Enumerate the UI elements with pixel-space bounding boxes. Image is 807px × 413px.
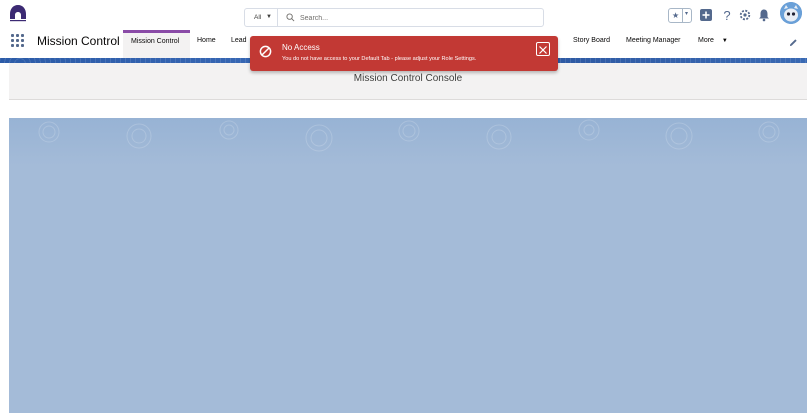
tab-more[interactable]: More ▼ (698, 30, 728, 58)
toast-title: No Access (282, 43, 320, 52)
app-name: Mission Control (37, 34, 120, 48)
tab-mission-control[interactable]: Mission Control (123, 30, 190, 58)
tab-home[interactable]: Home (197, 30, 216, 58)
app-launcher-icon[interactable] (11, 34, 24, 47)
tab-meeting-manager[interactable]: Meeting Manager (626, 30, 680, 58)
tab-more-label: More (698, 37, 714, 44)
star-icon: ★ (672, 11, 680, 20)
global-search: All ▼ (244, 8, 544, 27)
avatar[interactable] (780, 2, 802, 24)
search-scope-label: All (254, 14, 262, 21)
toast-close-button[interactable] (536, 42, 550, 56)
favorites-button[interactable]: ★ ▾ (668, 8, 692, 23)
gear-icon[interactable] (738, 8, 752, 22)
bell-icon[interactable] (757, 8, 771, 22)
toast-message: You do not have access to your Default T… (282, 56, 477, 62)
logo[interactable] (9, 4, 27, 22)
no-access-toast: No Access You do not have access to your… (250, 36, 558, 71)
tab-lead[interactable]: Lead (231, 30, 247, 58)
svg-text:?: ? (723, 8, 730, 22)
chevron-down-icon: ▼ (721, 38, 728, 44)
search-input[interactable] (298, 10, 532, 26)
chevron-down-icon: ▾ (685, 11, 689, 17)
search-scope-select[interactable]: All ▼ (245, 9, 278, 26)
background-pattern (9, 118, 807, 166)
edit-icon[interactable] (789, 38, 798, 47)
no-access-icon (259, 45, 272, 58)
chevron-down-icon: ▼ (266, 14, 272, 20)
close-icon (539, 46, 547, 54)
tab-story-board[interactable]: Story Board (573, 30, 610, 58)
help-icon[interactable]: ? (720, 8, 734, 22)
page-title: Mission Control Console (353, 73, 463, 84)
search-icon (286, 13, 295, 22)
plus-icon[interactable] (699, 8, 713, 22)
global-header: All ▼ ★ ▾ ? (0, 0, 807, 30)
